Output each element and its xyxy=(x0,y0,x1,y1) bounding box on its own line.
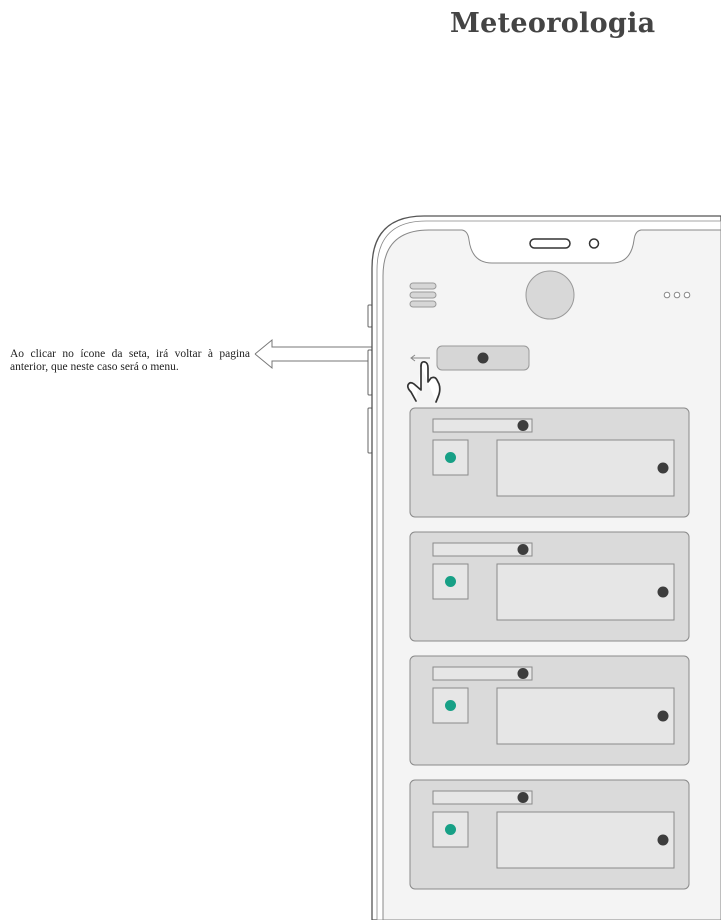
card-icon-dot xyxy=(445,824,456,835)
card-title-placeholder xyxy=(432,666,533,681)
card-icon-dot xyxy=(445,452,456,463)
weather-card[interactable] xyxy=(409,779,690,890)
weather-card[interactable] xyxy=(409,531,690,642)
card-title-placeholder xyxy=(432,790,533,805)
front-camera xyxy=(588,238,600,249)
card-content-placeholder xyxy=(496,439,675,497)
speaker-grille xyxy=(529,238,571,249)
card-content-dot xyxy=(657,834,669,846)
card-title-dot xyxy=(517,420,529,431)
card-content-dot xyxy=(657,710,669,722)
weather-card[interactable] xyxy=(409,655,690,766)
more-icon[interactable] xyxy=(663,291,691,299)
card-title-dot xyxy=(517,668,529,679)
menu-icon[interactable] xyxy=(409,282,437,308)
card-content-placeholder xyxy=(496,563,675,621)
card-content-dot xyxy=(657,462,669,474)
card-title-dot xyxy=(517,544,529,555)
card-icon-dot xyxy=(445,576,456,587)
card-title-dot xyxy=(517,792,529,803)
back-button-dot xyxy=(477,352,489,364)
card-content-dot xyxy=(657,586,669,598)
card-icon-dot xyxy=(445,700,456,711)
card-title-placeholder xyxy=(432,542,533,557)
card-content-placeholder xyxy=(496,687,675,745)
card-title-placeholder xyxy=(432,418,533,433)
card-content-placeholder xyxy=(496,811,675,869)
wireframe-illustration xyxy=(254,215,721,920)
avatar[interactable] xyxy=(525,270,575,320)
weather-card[interactable] xyxy=(409,407,690,518)
